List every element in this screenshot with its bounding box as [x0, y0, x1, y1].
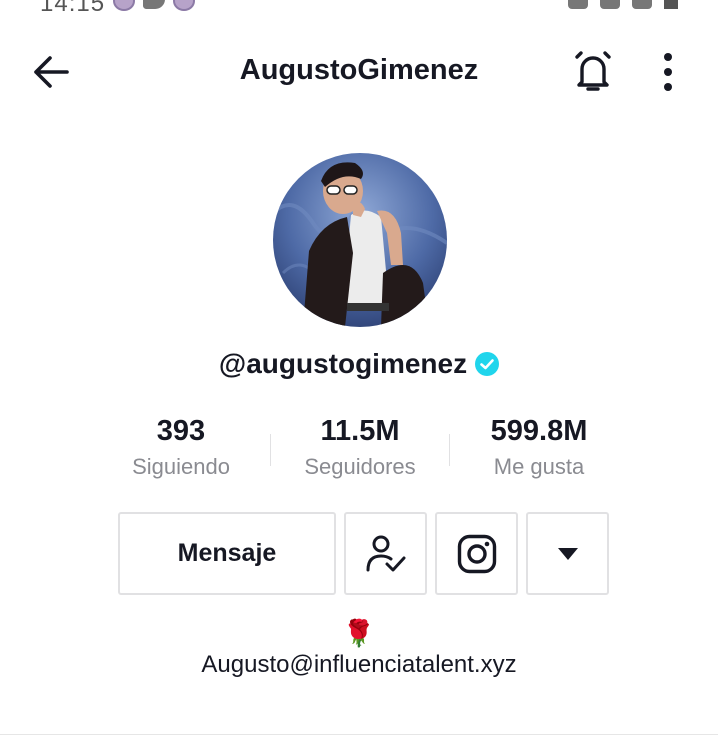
following-count: 393 — [156, 415, 206, 447]
stat-following[interactable]: 393 Siguiendo — [92, 412, 270, 480]
likes-label: Me gusta — [493, 454, 585, 479]
following-label: Siguiendo — [132, 454, 230, 479]
stat-followers[interactable]: 11.5M Seguidores — [271, 412, 449, 480]
system-icons — [568, 0, 678, 9]
twitter-icon — [143, 0, 165, 9]
status-bar: 14:15 — [0, 0, 718, 14]
username-row: @augustogimenez — [0, 343, 718, 385]
notification-bell-button[interactable] — [570, 48, 616, 96]
followers-label: Seguidores — [304, 454, 416, 479]
avatar-image — [273, 153, 447, 327]
bio-text: Augusto@influenciatalent.xyz — [201, 651, 517, 678]
message-button[interactable]: Mensaje — [118, 512, 336, 595]
app-notification-icon — [113, 0, 135, 11]
more-options-button[interactable] — [650, 48, 686, 96]
bio-emoji: 🌹 — [342, 618, 376, 648]
caret-down-icon — [557, 547, 578, 560]
notification-icons — [113, 0, 209, 11]
followers-count: 11.5M — [320, 415, 400, 447]
mute-icon — [600, 0, 620, 9]
avatar[interactable] — [273, 153, 447, 327]
battery-icon — [664, 0, 678, 9]
bell-icon — [575, 51, 611, 91]
vertical-dots-icon — [664, 53, 672, 91]
person-check-icon — [366, 535, 405, 571]
divider — [0, 734, 718, 735]
status-time: 14:15 — [40, 0, 106, 14]
likes-count: 599.8M — [490, 415, 588, 447]
signal-icon — [632, 0, 652, 9]
following-button[interactable] — [344, 512, 427, 595]
profile-stats: 393 Siguiendo 11.5M Seguidores 599.8M Me… — [92, 412, 628, 492]
stat-likes: 599.8M Me gusta — [450, 412, 628, 480]
instagram-button[interactable] — [435, 512, 518, 595]
profile-header: AugustoGimenez — [0, 40, 718, 104]
app-notification-icon — [173, 0, 195, 11]
more-actions-dropdown-button[interactable] — [526, 512, 609, 595]
alarm-icon — [568, 0, 588, 9]
verified-badge-icon — [475, 352, 500, 376]
instagram-icon — [457, 534, 496, 573]
username: @augustogimenez — [218, 348, 468, 379]
